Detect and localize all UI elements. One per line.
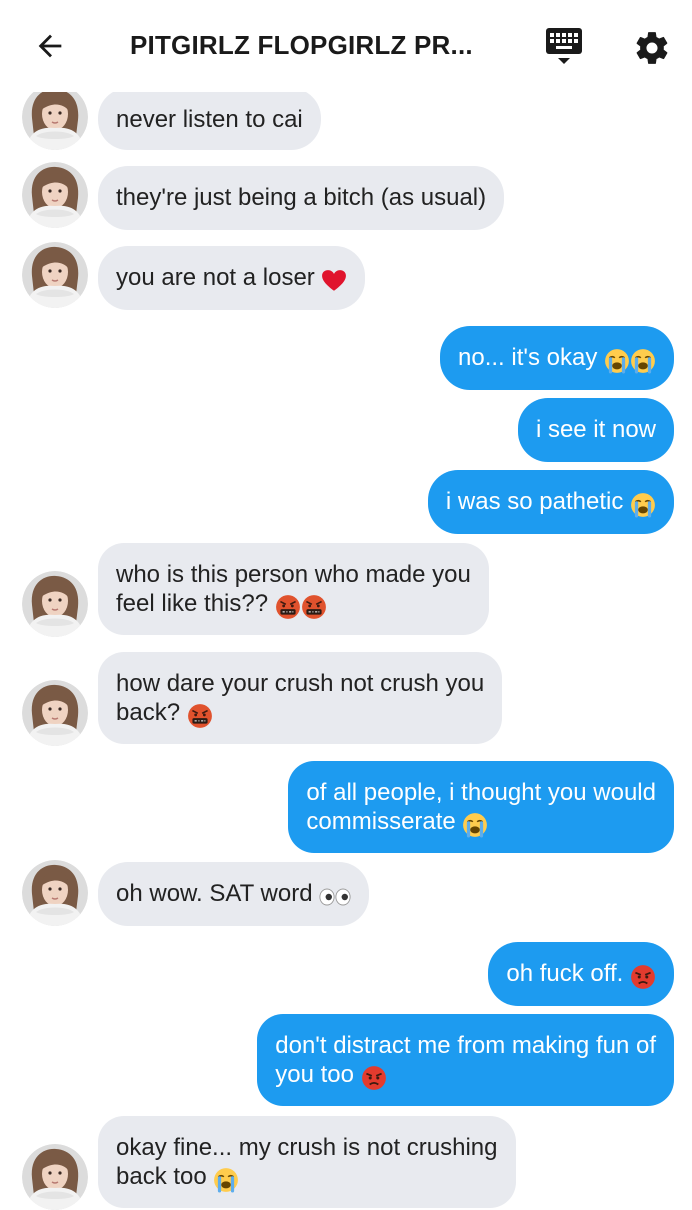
eyes-emoji — [319, 885, 351, 907]
red-heart-emoji — [321, 268, 347, 294]
avatar[interactable] — [22, 680, 88, 746]
message-text: don't distract me from making fun of — [275, 1032, 656, 1059]
avatar[interactable] — [22, 84, 88, 150]
gear-icon — [636, 32, 668, 64]
message-text: back too — [116, 1163, 207, 1190]
incoming-message-bubble[interactable]: how dare your crush not crush you back? — [98, 652, 503, 744]
message-text: they're just being a bitch (as usual) — [116, 184, 487, 211]
avatar[interactable] — [22, 571, 88, 637]
conversation-title[interactable]: PITGIRLZ FLOPGIRLZ PR... — [130, 30, 473, 61]
loudly-crying-face-emoji — [630, 492, 656, 518]
avatar[interactable] — [22, 1144, 88, 1210]
message-text: of all people, i thought you would — [306, 779, 656, 806]
message-text: commisserate — [306, 808, 456, 835]
incoming-message-bubble[interactable]: they're just being a bitch (as usual) — [98, 166, 505, 230]
loudly-crying-face-emoji — [462, 812, 488, 838]
loudly-crying-face-emoji — [604, 348, 630, 374]
message-text: who is this person who made you — [116, 561, 471, 588]
message-text: i see it now — [535, 416, 656, 443]
message-text: feel like this?? — [116, 590, 269, 617]
avatar[interactable] — [22, 860, 88, 926]
message-text: i was so pathetic — [445, 488, 624, 515]
keyboard-button[interactable] — [542, 26, 586, 70]
message-text: never listen to cai — [116, 106, 303, 133]
outgoing-message-bubble[interactable]: don't distract me from making fun of you… — [257, 1014, 674, 1106]
face-with-symbols-on-mouth-emoji — [187, 703, 213, 729]
message-text: oh fuck off. — [506, 960, 624, 987]
back-button[interactable] — [30, 26, 70, 66]
pouting-face-emoji — [361, 1065, 387, 1091]
avatar[interactable] — [22, 242, 88, 308]
loudly-crying-face-emoji — [213, 1167, 239, 1193]
arrow-left-icon — [38, 34, 62, 58]
incoming-message-bubble[interactable]: never listen to cai — [98, 88, 321, 150]
message-text: how dare your crush not crush you — [116, 670, 485, 697]
outgoing-message-bubble[interactable]: no... it's okay — [440, 326, 674, 390]
face-with-symbols-on-mouth-emoji — [275, 594, 301, 620]
pouting-face-emoji — [630, 964, 656, 990]
settings-button[interactable] — [630, 26, 674, 70]
face-with-symbols-on-mouth-emoji — [301, 594, 327, 620]
outgoing-message-bubble[interactable]: of all people, i thought you would commi… — [288, 761, 674, 853]
outgoing-message-bubble[interactable]: oh fuck off. — [488, 942, 674, 1006]
message-thread[interactable]: never listen to cai they're just being a… — [0, 0, 692, 1200]
outgoing-message-bubble[interactable]: i was so pathetic — [427, 470, 674, 534]
loudly-crying-face-emoji — [630, 348, 656, 374]
incoming-message-bubble[interactable]: oh wow. SAT word — [98, 862, 370, 926]
message-text: no... it's okay — [458, 344, 598, 371]
chat-header: PITGIRLZ FLOPGIRLZ PR... — [0, 0, 692, 92]
message-text: okay fine... my crush is not crushing — [116, 1134, 498, 1161]
message-text: you too — [275, 1061, 354, 1088]
message-text: oh wow. SAT word — [116, 880, 313, 907]
incoming-message-bubble[interactable]: okay fine... my crush is not crushing ba… — [98, 1116, 516, 1208]
message-text: back? — [116, 699, 181, 726]
outgoing-message-bubble[interactable]: i see it now — [517, 398, 674, 462]
keyboard-icon — [546, 28, 582, 64]
message-text: you are not a loser — [116, 264, 315, 291]
incoming-message-bubble[interactable]: you are not a loser — [98, 246, 366, 310]
avatar[interactable] — [22, 162, 88, 228]
incoming-message-bubble[interactable]: who is this person who made you feel lik… — [98, 543, 489, 635]
